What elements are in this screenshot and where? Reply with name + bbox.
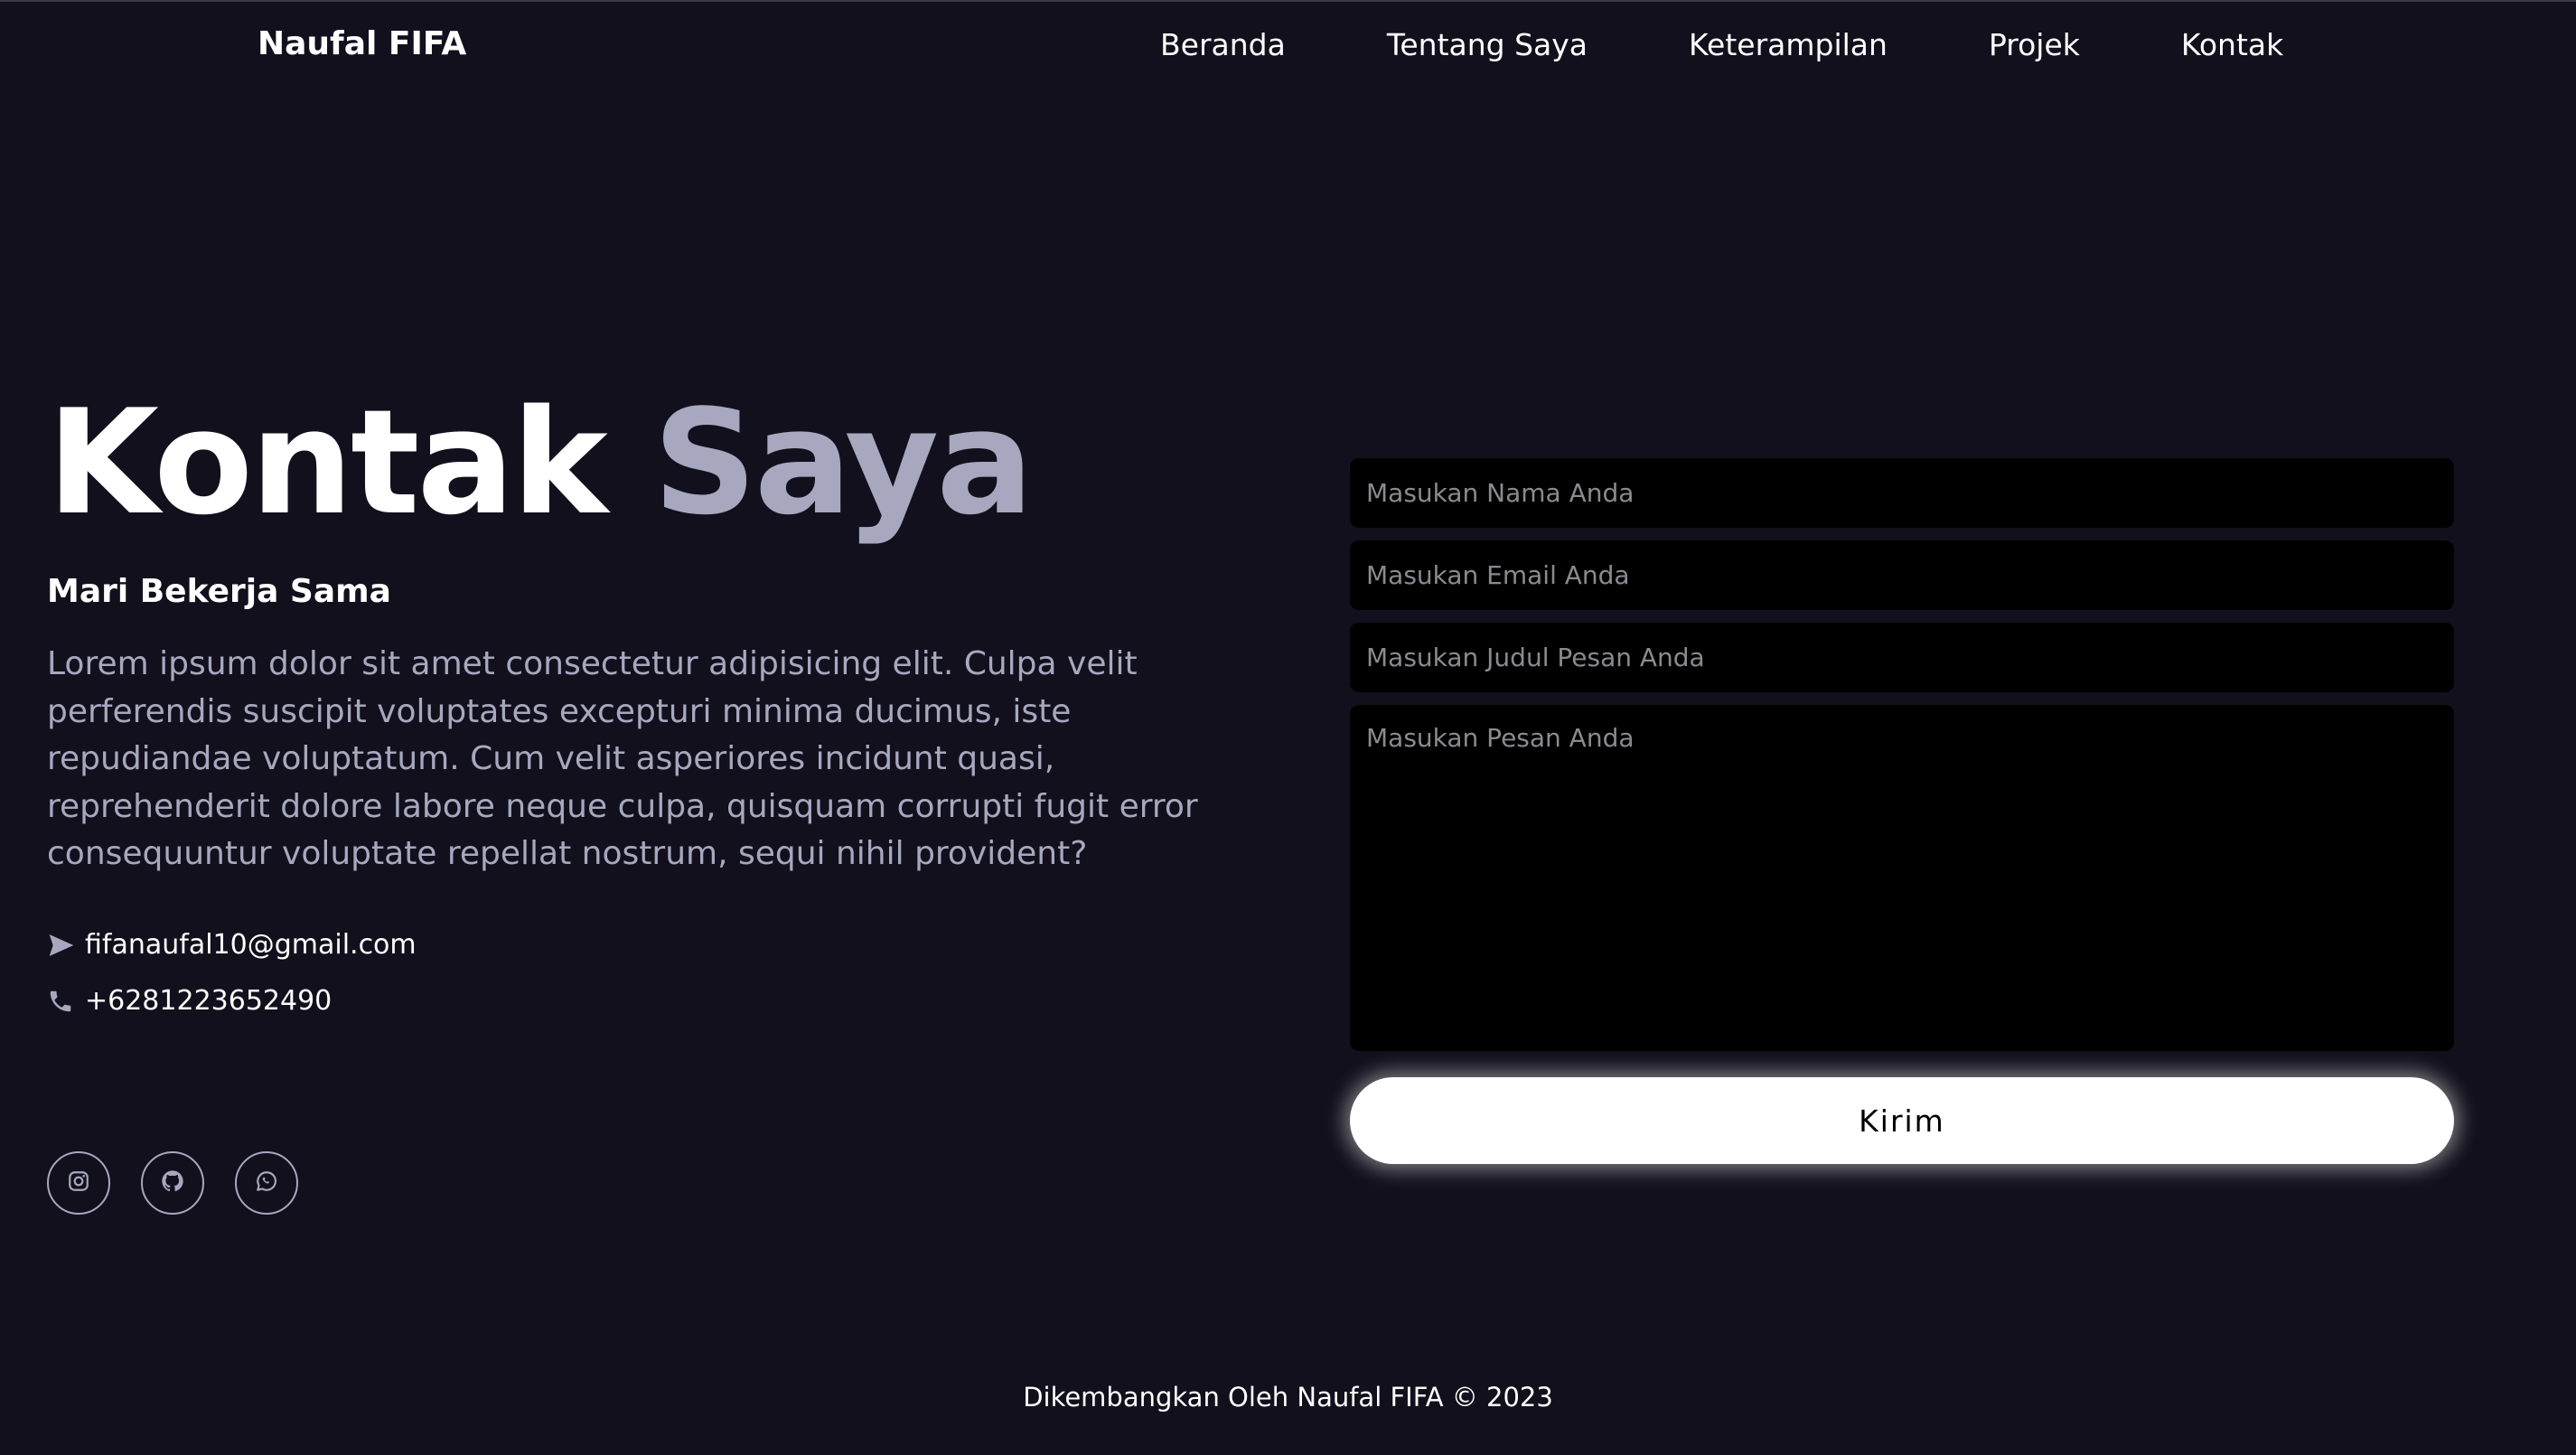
github-icon: [160, 1169, 185, 1197]
main-nav: Beranda Tentang Saya Keterampilan Projek…: [1160, 27, 2283, 62]
phone-contact: +6281223652490: [47, 985, 332, 1017]
section-subtitle: Mari Bekerja Sama: [47, 573, 391, 610]
submit-button[interactable]: Kirim: [1350, 1077, 2454, 1164]
brand-logo[interactable]: Naufal FIFA: [258, 25, 466, 62]
page: Naufal FIFA Beranda Tentang Saya Keteram…: [0, 0, 2576, 1455]
whatsapp-icon: [255, 1169, 278, 1197]
github-link[interactable]: [141, 1151, 204, 1215]
page-title-part2: Saya: [652, 378, 1035, 547]
page-title: Kontak Saya: [47, 390, 1034, 535]
whatsapp-link[interactable]: [235, 1151, 298, 1215]
message-textarea[interactable]: [1350, 705, 2454, 1051]
nav-item-keterampilan[interactable]: Keterampilan: [1689, 27, 1888, 62]
email-text: fifanaufal10@gmail.com: [85, 929, 417, 961]
send-icon: [47, 930, 78, 961]
footer-text: Dikembangkan Oleh Naufal FIFA © 2023: [1023, 1382, 1553, 1413]
subject-input[interactable]: [1350, 623, 2454, 692]
nav-item-projek[interactable]: Projek: [1989, 27, 2080, 62]
social-links: [47, 1151, 329, 1215]
nav-item-kontak[interactable]: Kontak: [2181, 27, 2283, 62]
page-title-part1: Kontak: [47, 378, 608, 547]
phone-icon: [47, 986, 78, 1017]
instagram-link[interactable]: [47, 1151, 110, 1215]
email-input[interactable]: [1350, 540, 2454, 610]
email-contact: fifanaufal10@gmail.com: [47, 929, 417, 961]
section-description: Lorem ipsum dolor sit amet consectetur a…: [47, 645, 1198, 872]
nav-item-beranda[interactable]: Beranda: [1160, 27, 1286, 62]
contact-form: Kirim: [1350, 458, 2454, 1164]
name-input[interactable]: [1350, 458, 2454, 528]
instagram-icon: [67, 1169, 90, 1197]
phone-text: +6281223652490: [85, 985, 333, 1017]
nav-item-tentang-saya[interactable]: Tentang Saya: [1387, 27, 1588, 62]
